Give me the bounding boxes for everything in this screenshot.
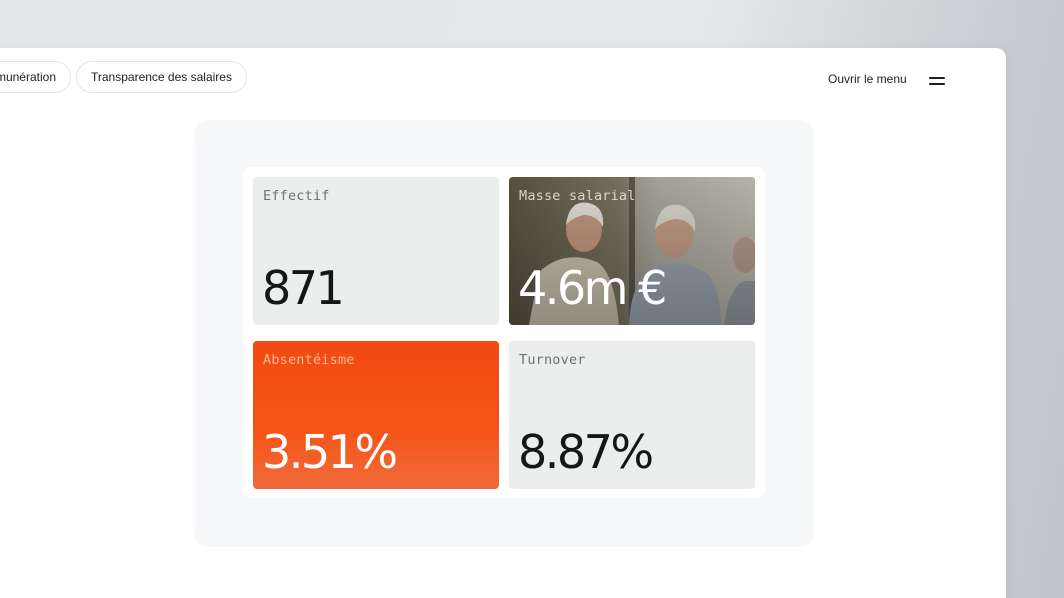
open-menu-link[interactable]: Ouvrir le menu bbox=[828, 72, 907, 86]
nav-chip-remuneration[interactable]: Rémunération bbox=[0, 61, 71, 93]
stat-card-masse-salariale: Masse salarial 4.6m € bbox=[509, 177, 755, 325]
stat-card-turnover: Turnover 8.87% bbox=[509, 341, 755, 489]
stat-card-absenteisme: Absentéisme 3.51% bbox=[253, 341, 499, 489]
stat-value: 871 bbox=[262, 261, 345, 315]
stat-label: Effectif bbox=[263, 188, 330, 204]
hamburger-icon[interactable] bbox=[929, 75, 947, 87]
nav-chip-label: Transparence des salaires bbox=[91, 70, 232, 84]
stat-value: 8.87% bbox=[518, 425, 654, 479]
nav-chip-transparence-salaires[interactable]: Transparence des salaires bbox=[76, 61, 247, 93]
stat-label: Turnover bbox=[519, 352, 586, 368]
stat-value: 4.6m € bbox=[518, 261, 667, 315]
nav-chip-label: Rémunération bbox=[0, 70, 56, 84]
stat-card-effectif: Effectif 871 bbox=[253, 177, 499, 325]
stat-label: Masse salarial bbox=[519, 188, 636, 204]
stat-value: 3.51% bbox=[262, 425, 398, 479]
stat-label: Absentéisme bbox=[263, 352, 355, 368]
